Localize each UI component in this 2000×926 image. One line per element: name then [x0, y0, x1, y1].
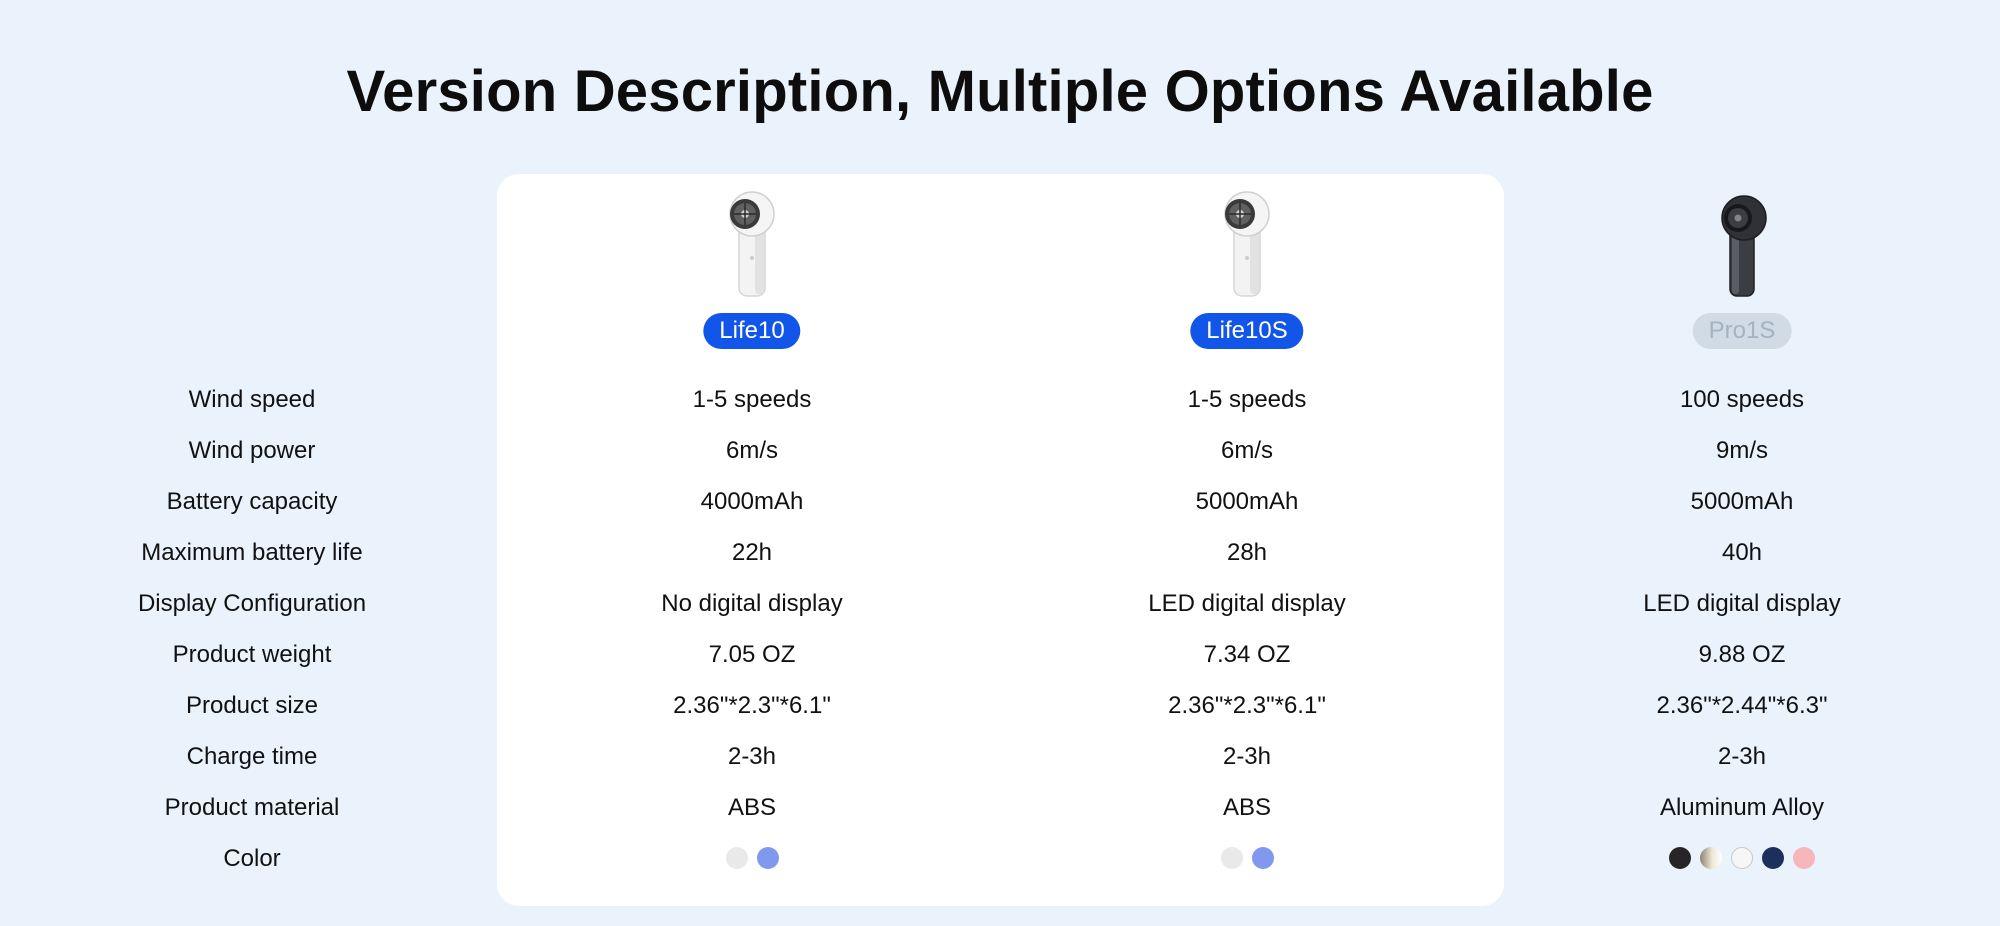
color-swatch-white[interactable]: [1731, 847, 1753, 869]
spec-cell-life10s-size: 2.36"*2.3"*6.1": [1168, 692, 1326, 719]
spec-cell-life10s-battery-capacity: 5000mAh: [1195, 488, 1299, 515]
handheld-fan-dark-icon: [1622, 190, 1862, 298]
color-swatch-champagne[interactable]: [1700, 847, 1722, 869]
row-label-wind-power: Wind power: [188, 437, 316, 464]
spec-cell-life10-display: No digital display: [661, 590, 843, 617]
spec-cell-life10s-display: LED digital display: [1148, 590, 1346, 617]
spec-cell-life10-battery-life: 22h: [731, 539, 773, 566]
row-label-product-size: Product size: [185, 692, 319, 719]
spec-cell-pro1s-charge-time: 2-3h: [1717, 743, 1767, 770]
color-swatches-life10s: [1097, 843, 1397, 873]
spec-cell-life10-charge-time: 2-3h: [727, 743, 777, 770]
spec-cell-life10s-battery-life: 28h: [1226, 539, 1268, 566]
spec-cell-pro1s-wind-power: 9m/s: [1715, 437, 1768, 464]
color-swatch-periwinkle[interactable]: [1251, 847, 1274, 869]
spec-cell-life10s-wind-power: 6m/s: [1220, 437, 1273, 464]
color-swatch-black[interactable]: [1669, 847, 1691, 869]
spec-cell-pro1s-size: 2.36"*2.44"*6.3": [1656, 692, 1828, 719]
spec-cell-life10s-material: ABS: [1222, 794, 1272, 821]
color-swatch-navy[interactable]: [1762, 847, 1784, 869]
row-label-color: Color: [223, 845, 281, 872]
page-title: Version Description, Multiple Options Av…: [346, 59, 1654, 124]
spec-cell-life10-wind-speed: 1-5 speeds: [692, 386, 812, 413]
color-swatch-periwinkle[interactable]: [756, 847, 779, 869]
spec-cell-pro1s-battery-capacity: 5000mAh: [1690, 488, 1794, 515]
product-badge-pro1s[interactable]: Pro1S: [1692, 313, 1792, 349]
spec-cell-life10s-wind-speed: 1-5 speeds: [1187, 386, 1307, 413]
product-badge-life10[interactable]: Life10: [703, 313, 801, 349]
row-label-battery-capacity: Battery capacity: [166, 488, 338, 515]
spec-cell-pro1s-battery-life: 40h: [1721, 539, 1763, 566]
spec-cell-life10-material: ABS: [727, 794, 777, 821]
product-header-life10s: Life10S: [1127, 190, 1367, 360]
color-swatches-life10: [602, 843, 902, 873]
spec-cell-pro1s-display: LED digital display: [1643, 590, 1841, 617]
color-swatch-pink[interactable]: [1793, 847, 1815, 869]
color-swatch-light-gray[interactable]: [1220, 847, 1243, 869]
spec-cell-life10s-weight: 7.34 OZ: [1203, 641, 1291, 668]
spec-cell-life10s-charge-time: 2-3h: [1222, 743, 1272, 770]
spec-cell-life10-size: 2.36"*2.3"*6.1": [673, 692, 831, 719]
color-swatches-pro1s: [1592, 843, 1892, 873]
spec-cell-pro1s-wind-speed: 100 speeds: [1679, 386, 1805, 413]
handheld-fan-white-icon: [632, 190, 872, 298]
spec-cell-life10-wind-power: 6m/s: [725, 437, 778, 464]
spec-cell-pro1s-weight: 9.88 OZ: [1698, 641, 1786, 668]
row-label-maximum-battery-life: Maximum battery life: [141, 539, 363, 566]
row-label-display-configuration: Display Configuration: [137, 590, 367, 617]
row-label-product-weight: Product weight: [172, 641, 332, 668]
row-label-charge-time: Charge time: [186, 743, 318, 770]
product-header-pro1s: Pro1S: [1622, 190, 1862, 360]
color-swatch-light-gray[interactable]: [725, 847, 748, 869]
product-badge-life10s[interactable]: Life10S: [1190, 313, 1304, 349]
row-label-wind-speed: Wind speed: [188, 386, 316, 413]
spec-cell-life10-battery-capacity: 4000mAh: [700, 488, 804, 515]
handheld-fan-white-icon: [1127, 190, 1367, 298]
row-label-product-material: Product material: [164, 794, 340, 821]
spec-cell-pro1s-material: Aluminum Alloy: [1659, 794, 1825, 821]
spec-cell-life10-weight: 7.05 OZ: [708, 641, 796, 668]
product-header-life10: Life10: [632, 190, 872, 360]
